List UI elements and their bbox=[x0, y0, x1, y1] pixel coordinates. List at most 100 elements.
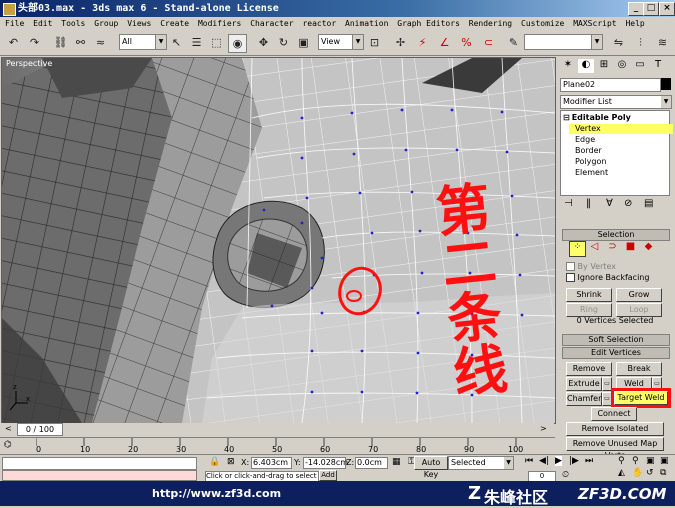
select-object-icon[interactable]: ↖ bbox=[168, 34, 185, 51]
bind-to-spacewarp-icon[interactable]: ≈ bbox=[92, 34, 109, 51]
remove-isolated-vertices-button[interactable]: Remove Isolated Vertices bbox=[566, 422, 664, 445]
z-coord-field[interactable]: 0.0cm bbox=[355, 457, 388, 469]
polygon-level-icon[interactable]: ■ bbox=[623, 241, 638, 255]
next-key-icon[interactable]: |▶ bbox=[569, 456, 579, 466]
layer-manager-icon[interactable]: ≋ bbox=[654, 34, 671, 51]
zoom-extents-icon[interactable]: ▣ bbox=[646, 456, 655, 466]
stack-subobject-edge[interactable]: Edge bbox=[575, 135, 665, 145]
play-icon[interactable]: ▶ bbox=[555, 456, 562, 466]
time-slider[interactable]: < 0 / 100 > bbox=[1, 423, 554, 436]
object-color-swatch[interactable] bbox=[661, 78, 671, 90]
unlink-icon[interactable]: ⚯ bbox=[72, 34, 89, 51]
reference-coord-dropdown[interactable]: View ▼ bbox=[318, 34, 364, 50]
remove-button[interactable]: Remove bbox=[566, 362, 612, 376]
key-filter-dropdown[interactable]: Selected ▼ bbox=[448, 456, 514, 470]
menu-graph-editors[interactable]: Graph Editors bbox=[397, 19, 460, 28]
time-config-icon[interactable]: ⏲ bbox=[562, 470, 574, 480]
motion-tab-icon[interactable]: ◎ bbox=[614, 59, 630, 73]
vertex-level-icon[interactable]: ⁘ bbox=[569, 241, 586, 257]
stack-subobject-border[interactable]: Border bbox=[575, 146, 665, 156]
stack-subobject-polygon[interactable]: Polygon bbox=[575, 157, 665, 167]
zoom-all-icon[interactable]: ⚲ bbox=[632, 456, 639, 466]
zoom-extents-all-icon[interactable]: ▣ bbox=[660, 456, 669, 466]
frame-counter[interactable]: 0 / 100 bbox=[17, 423, 63, 436]
align-icon[interactable]: ⫶ bbox=[632, 34, 649, 51]
border-level-icon[interactable]: ⊃ bbox=[605, 241, 620, 255]
auto-key-button[interactable]: Auto Key bbox=[414, 456, 448, 479]
soft-selection-rollout-header[interactable]: Soft Selection bbox=[562, 334, 670, 346]
extrude-settings-icon[interactable]: ▭ bbox=[602, 377, 612, 391]
loop-button[interactable]: Loop bbox=[616, 303, 662, 317]
menu-maxscript[interactable]: MAXScript bbox=[573, 19, 616, 28]
object-name-field[interactable]: Plane02 bbox=[560, 78, 661, 92]
close-button[interactable]: × bbox=[659, 2, 675, 16]
menu-tools[interactable]: Tools bbox=[61, 19, 85, 28]
add-time-tag-button[interactable]: Add bbox=[319, 470, 337, 481]
chamfer-settings-icon[interactable]: ▭ bbox=[602, 392, 612, 406]
extrude-button[interactable]: Extrude bbox=[566, 377, 602, 391]
menu-create[interactable]: Create bbox=[160, 19, 189, 28]
select-and-move-icon[interactable]: ✥ bbox=[255, 34, 272, 51]
named-selection-icon[interactable]: ✎ bbox=[505, 34, 522, 51]
x-coord-field[interactable]: 6.403cm bbox=[251, 457, 292, 469]
ring-button[interactable]: Ring bbox=[566, 303, 612, 317]
menu-rendering[interactable]: Rendering bbox=[469, 19, 512, 28]
modify-tab-icon[interactable]: ◐ bbox=[578, 59, 594, 73]
track-bar[interactable]: ⌬ 0 10 20 30 40 50 60 70 80 90 100 bbox=[0, 437, 555, 454]
mini-curve-editor-icon[interactable]: ⌬ bbox=[4, 440, 20, 452]
menu-file[interactable]: File bbox=[5, 19, 24, 28]
angle-snap-icon[interactable]: ∠ bbox=[436, 34, 453, 51]
snap-toggle-icon[interactable]: ⚡ bbox=[414, 34, 431, 51]
absolute-mode-icon[interactable]: ⊠ bbox=[227, 457, 239, 468]
selection-filter-dropdown[interactable]: All ▼ bbox=[119, 34, 167, 50]
next-frame-icon[interactable]: > bbox=[540, 424, 550, 434]
y-coord-field[interactable]: -14.028cm bbox=[303, 457, 348, 469]
configure-modifier-sets-icon[interactable]: ▤ bbox=[644, 198, 653, 209]
menu-help[interactable]: Help bbox=[625, 19, 644, 28]
shrink-button[interactable]: Shrink bbox=[566, 288, 612, 302]
target-weld-button[interactable]: Target Weld bbox=[611, 388, 671, 408]
show-end-result-icon[interactable]: ‖ bbox=[586, 198, 591, 209]
named-selection-sets-dropdown[interactable]: ▼ bbox=[524, 34, 603, 50]
connect-button[interactable]: Connect bbox=[591, 407, 637, 421]
prev-frame-icon[interactable]: < bbox=[5, 424, 15, 434]
menu-animation[interactable]: Animation bbox=[345, 19, 388, 28]
by-vertex-checkbox[interactable]: By Vertex bbox=[566, 262, 666, 272]
redo-icon[interactable]: ↷ bbox=[26, 34, 43, 51]
ignore-backfacing-checkbox[interactable]: Ignore Backfacing bbox=[566, 273, 671, 283]
menu-views[interactable]: Views bbox=[127, 19, 151, 28]
remove-modifier-icon[interactable]: ⊘ bbox=[624, 198, 632, 209]
lock-selection-icon[interactable]: 🔒 bbox=[209, 457, 221, 468]
menu-customize[interactable]: Customize bbox=[521, 19, 564, 28]
make-unique-icon[interactable]: ∀ bbox=[606, 198, 613, 209]
pivot-center-icon[interactable]: ⊡ bbox=[366, 34, 383, 51]
undo-icon[interactable]: ↶ bbox=[5, 34, 22, 51]
spinner-snap-icon[interactable]: ⊂ bbox=[480, 34, 497, 51]
select-and-link-icon[interactable]: ⛓ bbox=[52, 34, 69, 51]
display-tab-icon[interactable]: ▭ bbox=[632, 59, 648, 73]
edit-vertices-rollout-header[interactable]: Edit Vertices bbox=[562, 347, 670, 359]
select-and-scale-icon[interactable]: ▣ bbox=[295, 34, 312, 51]
chamfer-button[interactable]: Chamfer bbox=[566, 392, 602, 406]
field-of-view-icon[interactable]: ◭ bbox=[618, 468, 625, 478]
stack-item-editable-poly[interactable]: ⊟ Editable Poly bbox=[563, 113, 667, 123]
pin-stack-icon[interactable]: ⊣ bbox=[564, 198, 573, 209]
menu-character[interactable]: Character bbox=[250, 19, 293, 28]
menu-reactor[interactable]: reactor bbox=[302, 19, 336, 28]
percent-snap-icon[interactable]: % bbox=[458, 34, 475, 51]
minimize-button[interactable]: _ bbox=[628, 2, 644, 16]
edge-level-icon[interactable]: ◁ bbox=[587, 241, 602, 255]
stack-subobject-vertex[interactable]: Vertex bbox=[569, 124, 673, 134]
go-to-end-icon[interactable]: ⏭ bbox=[585, 456, 593, 466]
weld-button[interactable]: Weld bbox=[616, 377, 652, 391]
grow-button[interactable]: Grow bbox=[616, 288, 662, 302]
rectangular-selection-icon[interactable]: ⬚ bbox=[208, 34, 225, 51]
select-and-rotate-icon[interactable]: ↻ bbox=[275, 34, 292, 51]
remove-unused-map-verts-button[interactable]: Remove Unused Map Verts bbox=[566, 437, 664, 460]
window-crossing-icon[interactable]: ◉ bbox=[228, 34, 247, 53]
go-to-start-icon[interactable]: ⏮ bbox=[525, 456, 533, 466]
modifier-list-dropdown[interactable]: Modifier List ▼ bbox=[560, 95, 672, 109]
maxscript-listener-mini[interactable] bbox=[2, 457, 197, 470]
menu-edit[interactable]: Edit bbox=[33, 19, 52, 28]
select-manipulate-icon[interactable]: ✢ bbox=[392, 34, 409, 51]
